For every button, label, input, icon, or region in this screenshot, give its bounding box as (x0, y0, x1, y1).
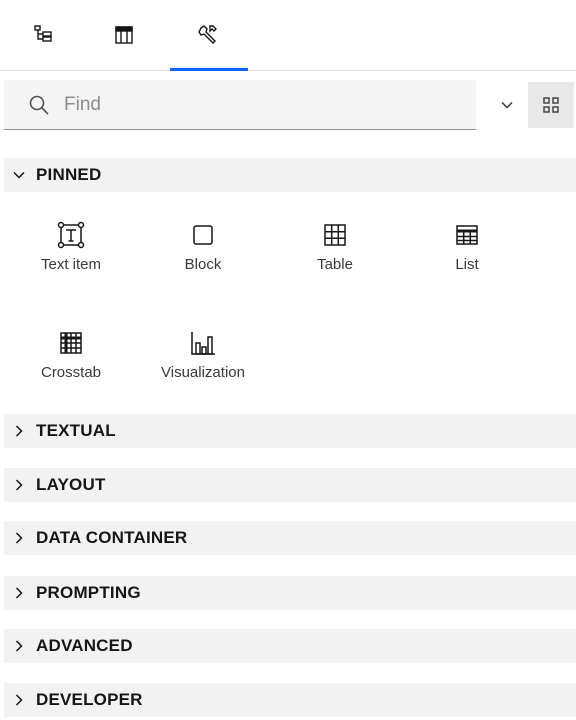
chevron-right-icon (15, 479, 23, 491)
section-label: DEVELOPER (36, 690, 143, 709)
view-toggle-button[interactable] (528, 82, 574, 128)
item-label: Visualization (161, 364, 245, 381)
section-label: TEXTUAL (36, 421, 116, 440)
crosstab-icon (60, 332, 82, 354)
visualization-icon (191, 332, 215, 355)
section-header-textual[interactable]: TEXTUAL (4, 414, 576, 448)
toolbox-item-table[interactable]: Table (280, 196, 390, 288)
toolbox-item-list[interactable]: List (412, 196, 522, 288)
section-header-advanced[interactable]: ADVANCED (4, 629, 576, 663)
text-item-icon (57, 221, 85, 249)
chevron-down-icon (13, 171, 25, 179)
item-label: Text item (40, 256, 101, 273)
tab-toolbox[interactable] (170, 0, 248, 71)
item-label: Table (317, 256, 353, 273)
search-input[interactable] (62, 92, 446, 117)
search-box (4, 80, 476, 130)
wrench-icon (198, 25, 217, 44)
pinned-items: Text item Block Table List Crosstab Visu… (4, 196, 576, 410)
section-label: ADVANCED (36, 636, 133, 655)
panel-tab-bar (0, 0, 576, 71)
grid-view-icon (543, 97, 559, 113)
chevron-right-icon (15, 425, 23, 437)
toolbox-item-block[interactable]: Block (148, 196, 258, 288)
search-row (0, 80, 576, 134)
tree-icon (34, 25, 52, 42)
section-label: PINNED (36, 165, 102, 184)
section-label: LAYOUT (36, 475, 106, 494)
section-header-pinned[interactable]: PINNED (4, 158, 576, 192)
section-label: DATA CONTAINER (36, 528, 188, 547)
section-header-data-container[interactable]: DATA CONTAINER (4, 521, 576, 555)
section-header-developer[interactable]: DEVELOPER (4, 683, 576, 717)
toolbox-item-crosstab[interactable]: Crosstab (16, 304, 126, 396)
list-icon (456, 225, 478, 245)
section-label: PROMPTING (36, 583, 141, 602)
search-dropdown-button[interactable] (490, 88, 524, 122)
chevron-right-icon (15, 640, 23, 652)
item-label: Block (184, 256, 222, 273)
chevron-right-icon (15, 532, 23, 544)
item-label: List (455, 256, 479, 273)
toolbox-item-text-item[interactable]: Text item (16, 196, 126, 288)
section-header-prompting[interactable]: PROMPTING (4, 576, 576, 610)
item-label: Crosstab (40, 364, 102, 381)
page-layout-icon (115, 26, 133, 44)
chevron-right-icon (15, 694, 23, 706)
search-icon (29, 95, 49, 115)
table-icon (324, 224, 346, 246)
block-icon (193, 225, 213, 245)
tab-data-tree[interactable] (8, 0, 80, 70)
chevron-down-icon (501, 101, 513, 109)
tab-page-layout[interactable] (88, 0, 160, 70)
toolbox-item-visualization[interactable]: Visualization (148, 304, 258, 396)
section-header-layout[interactable]: LAYOUT (4, 468, 576, 502)
chevron-right-icon (15, 587, 23, 599)
